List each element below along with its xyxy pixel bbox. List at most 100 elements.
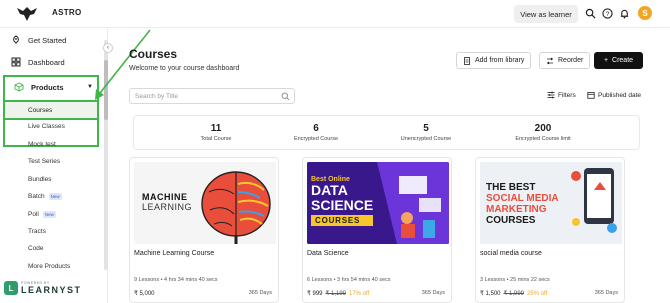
filter-icon (547, 91, 555, 99)
page-title: Courses (129, 47, 178, 61)
thumbnail-text: MACHINE LEARNING (142, 192, 193, 212)
discount: 25% off (527, 290, 548, 297)
logo-icon (17, 7, 37, 21)
filters-label: Filters (558, 91, 576, 99)
svg-text:?: ? (606, 11, 610, 18)
sidebar-subitem-poll[interactable]: Poll New (28, 211, 56, 218)
learnyst-badge: L POWERED BY LEARNYST (4, 276, 96, 300)
search-input[interactable]: Search by Title (129, 88, 295, 104)
stat-label: Unencrypted Course (400, 136, 452, 142)
stat-encrypted-course: 6 Encrypted Course (282, 123, 350, 142)
chevron-down-icon: ▼ (87, 84, 93, 90)
sidebar-subitem-code[interactable]: Code (28, 245, 44, 252)
search-icon[interactable] (585, 8, 596, 19)
price: ₹ 1,500 (480, 291, 501, 297)
rocket-icon (13, 35, 19, 44)
stat-value: 200 (534, 123, 552, 134)
stat-value: 11 (210, 123, 222, 134)
sidebar: Get Started Dashboard Products ▼ Courses… (0, 28, 108, 303)
stat-encrypted-course-limit: 200 Encrypted Course limit (498, 123, 588, 142)
sidebar-subitem-label: Tracts (28, 228, 46, 235)
sidebar-subitem-label: Live Classes (28, 123, 65, 130)
sidebar-subitem-label: More Products (28, 263, 71, 270)
add-from-library-button[interactable]: Add from library (456, 52, 532, 69)
sidebar-subitem-more-products[interactable]: More Products (28, 263, 70, 270)
price: ₹ 999 (307, 291, 323, 297)
sort-label: Published date (598, 91, 642, 99)
course-card-machine-learning[interactable]: MACHINE LEARNING Machine Learning Course… (129, 157, 279, 303)
plus-icon: + (603, 57, 609, 64)
sidebar-scroll-thumb[interactable] (104, 60, 108, 120)
page-subtitle: Welcome to your course dashboard (129, 65, 240, 72)
sidebar-subitem-label: Batch (28, 193, 45, 200)
help-icon[interactable]: ? (602, 8, 613, 19)
learnyst-name: LEARNYST (21, 285, 82, 295)
course-price: ₹ 1,500 ₹ 1,999 25% off (480, 290, 548, 298)
bell-icon[interactable] (619, 8, 630, 19)
course-meta: 6 Lessons • 3 hrs 54 mins 40 secs (307, 277, 391, 283)
sidebar-subitem-courses[interactable]: Courses (3, 100, 99, 120)
course-title[interactable]: Machine Learning Course (134, 250, 214, 257)
document-icon (464, 56, 470, 65)
box-icon (14, 82, 24, 92)
collapse-sidebar-button[interactable]: ‹ (103, 43, 113, 53)
thumbnail-text: THE BEST SOCIAL MEDIA MARKETING COURSES (486, 182, 559, 226)
sidebar-item-label: Dashboard (28, 57, 65, 67)
sidebar-item-label: Get Started (28, 35, 67, 45)
course-validity: 365 Days (421, 290, 445, 296)
sidebar-subitem-live-classes[interactable]: Live Classes (28, 123, 65, 130)
new-badge: New (42, 211, 56, 218)
search-icon (281, 92, 290, 101)
price: ₹ 5,000 (134, 291, 155, 297)
sidebar-subitem-batch[interactable]: Batch New (28, 193, 62, 200)
course-title[interactable]: social media course (480, 250, 542, 257)
stat-unencrypted-course: 5 Unencrypted Course (389, 123, 463, 142)
course-meta: 9 Lessons • 4 hrs 34 mins 40 secs (134, 277, 218, 283)
sidebar-subitem-label: Courses (28, 106, 53, 114)
filters-button[interactable]: Filters (547, 91, 576, 99)
stat-value: 5 (423, 123, 429, 134)
stat-total-course: 11 Total Course (184, 123, 248, 142)
sidebar-item-products[interactable]: Products ▼ (5, 77, 97, 97)
button-label: Create (612, 57, 634, 64)
stats-panel: 11 Total Course 6 Encrypted Course 5 Une… (133, 115, 640, 150)
sidebar-subitem-label: Bundles (28, 176, 52, 183)
button-label: Add from library (475, 57, 525, 64)
sidebar-item-get-started[interactable]: Get Started (11, 35, 66, 45)
sidebar-item-dashboard[interactable]: Dashboard (11, 57, 65, 67)
thumbnail-text: Best Online DATA SCIENCE COURSES (311, 176, 374, 226)
course-card-data-science[interactable]: Best Online DATA SCIENCE COURSES Data Sc… (302, 157, 452, 303)
calendar-icon (587, 92, 595, 99)
sidebar-subitem-mock-test[interactable]: Mock test (28, 141, 56, 148)
old-price: ₹ 1,999 (503, 291, 525, 297)
sidebar-subitem-test-series[interactable]: Test Series (28, 158, 60, 165)
new-badge: New (48, 193, 62, 200)
view-as-learner-button[interactable]: View as learner (514, 5, 578, 23)
sidebar-subitem-label: Poll (28, 211, 39, 218)
stat-value: 6 (313, 123, 319, 134)
course-validity: 365 Days (594, 290, 618, 296)
course-card-social-media[interactable]: THE BEST SOCIAL MEDIA MARKETING COURSES … (475, 157, 625, 303)
discount: 17% off (349, 290, 370, 297)
course-price: ₹ 999 ₹ 1,199 17% off (307, 290, 370, 298)
sort-published-date[interactable]: Published date (587, 91, 641, 99)
learnyst-logo-icon: L (4, 281, 18, 295)
old-price: ₹ 1,199 (325, 291, 347, 297)
brand-name: ASTRO (52, 8, 82, 17)
products-highlight: Products ▼ Courses (3, 75, 99, 147)
reorder-button[interactable]: Reorder (539, 52, 591, 69)
sidebar-subitem-tracts[interactable]: Tracts (28, 228, 46, 235)
stat-label: Encrypted Course limit (515, 136, 571, 142)
sidebar-item-label: Products (31, 82, 64, 92)
course-validity: 365 Days (248, 290, 272, 296)
sidebar-subitem-label: Code (28, 245, 44, 252)
create-button[interactable]: + Create (594, 52, 643, 69)
avatar[interactable]: S (638, 6, 652, 20)
stat-label: Encrypted Course (293, 136, 339, 142)
course-title[interactable]: Data Science (307, 250, 349, 257)
sidebar-subitem-bundles[interactable]: Bundles (28, 176, 52, 183)
dashboard-icon (11, 57, 21, 67)
sidebar-subitem-label: Test Series (28, 158, 61, 165)
top-bar: ASTRO View as learner ? S (0, 0, 670, 28)
stat-label: Total Course (200, 136, 232, 142)
